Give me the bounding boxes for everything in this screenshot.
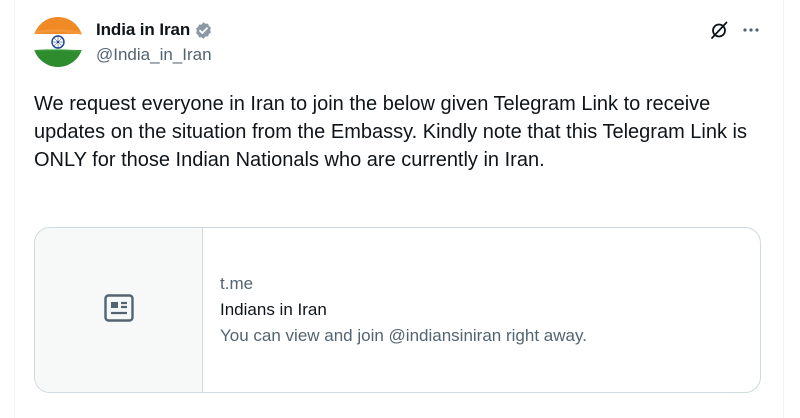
india-flag-icon <box>33 17 83 67</box>
author-handle[interactable]: @India_in_Iran <box>96 45 213 65</box>
article-icon <box>103 293 134 327</box>
link-card-title: Indians in Iran <box>220 300 327 319</box>
avatar[interactable] <box>33 17 83 67</box>
author-name-row: India in Iran <box>96 19 213 41</box>
post-top-actions <box>708 19 762 41</box>
verified-badge-icon[interactable] <box>194 21 213 40</box>
link-preview-card[interactable]: t.me Indians in Iran You can view and jo… <box>34 227 761 393</box>
grok-icon[interactable] <box>708 19 730 41</box>
post-author: India in Iran @India_in_Iran <box>96 19 213 65</box>
link-card-description: You can view and join @indiansiniran rig… <box>220 326 587 345</box>
link-card-thumbnail <box>35 228 203 392</box>
author-display-name[interactable]: India in Iran <box>96 20 190 40</box>
post-text: We request everyone in Iran to join the … <box>34 93 747 171</box>
more-horizontal-icon[interactable] <box>740 19 762 41</box>
link-card-body: t.me Indians in Iran You can view and jo… <box>203 228 587 392</box>
link-card-domain: t.me <box>220 274 254 293</box>
